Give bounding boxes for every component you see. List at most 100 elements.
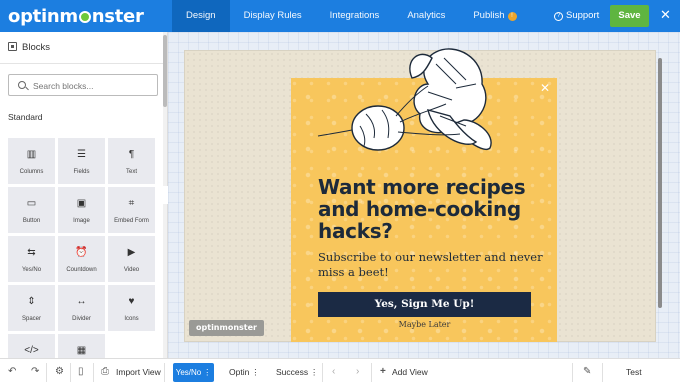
- block-columns[interactable]: ▥ Columns: [8, 138, 55, 184]
- paragraph-icon: ¶: [128, 149, 135, 160]
- tab-design[interactable]: Design: [172, 0, 230, 32]
- view-options-icon[interactable]: ⋮: [203, 363, 211, 382]
- view-tab-optin[interactable]: Optin ⋮: [229, 359, 259, 385]
- popup-headline[interactable]: Want more recipes and home-cooking hacks…: [318, 176, 540, 242]
- view-options-icon[interactable]: ⋮: [310, 359, 318, 385]
- block-label: Icons: [124, 316, 139, 322]
- block-text[interactable]: ¶ Text: [108, 138, 155, 184]
- block-image[interactable]: ▣ Image: [58, 187, 105, 233]
- view-tab-label: Optin: [229, 367, 250, 377]
- tab-publish[interactable]: Publish!: [459, 0, 530, 32]
- chevron-left-icon[interactable]: ‹: [332, 366, 335, 378]
- block-label: Image: [73, 218, 90, 224]
- table-icon: ▦: [76, 345, 87, 356]
- powered-by-badge[interactable]: optinmonster: [189, 320, 264, 336]
- toolbar-divider: [371, 363, 372, 382]
- alarm-clock-icon: ⏰: [75, 247, 88, 258]
- search-box: [8, 74, 158, 96]
- plus-icon: +: [380, 366, 386, 377]
- sidebar-divider: [0, 63, 167, 64]
- button-icon: ▭: [26, 198, 37, 209]
- sign-up-button[interactable]: Yes, Sign Me Up!: [318, 292, 531, 317]
- chevron-right-icon[interactable]: ›: [356, 366, 359, 378]
- pencil-icon[interactable]: ✎: [583, 366, 591, 378]
- settings-gear-icon[interactable]: ⚙: [55, 366, 64, 378]
- view-options-icon[interactable]: ⋮: [251, 359, 259, 385]
- view-tab-label: Success: [276, 367, 309, 377]
- beet-illustration: [317, 48, 492, 151]
- block-video[interactable]: ▶ Video: [108, 236, 155, 282]
- block-label: Countdown: [66, 267, 97, 273]
- view-tab-label: Yes/No: [175, 368, 202, 377]
- block-embed-form[interactable]: ⌗ Embed Form: [108, 187, 155, 233]
- add-view-button[interactable]: Add View: [392, 359, 428, 385]
- tab-display-rules[interactable]: Display Rules: [230, 0, 316, 32]
- popup-subtext[interactable]: Subscribe to our newsletter and never mi…: [318, 250, 544, 280]
- blocks-grid: ▥ Columns ☰ Fields ¶ Text ▭ Button ▣ Image ⌗ E…: [8, 138, 160, 358]
- tab-analytics[interactable]: Analytics: [393, 0, 459, 32]
- toolbar-divider: [93, 363, 94, 382]
- block-html[interactable]: </>: [8, 334, 55, 358]
- toolbar-divider: [164, 363, 165, 382]
- view-tab-yes-no[interactable]: Yes/No ⋮: [173, 363, 214, 382]
- support-label: Support: [566, 10, 600, 21]
- help-icon: ?: [554, 12, 563, 21]
- block-label: Spacer: [21, 316, 41, 322]
- popup-close-icon[interactable]: ✕: [540, 82, 550, 94]
- import-icon: ⎙: [101, 366, 109, 377]
- bottom-toolbar: ↶ ↷ ⚙ ▯ ⎙ Import View Yes/No ⋮ Optin ⋮ Suc…: [0, 358, 680, 385]
- block-label: Button: [22, 218, 41, 224]
- divider-icon: ↔: [76, 296, 87, 307]
- search-icon: [18, 81, 26, 89]
- top-bar: optinm nster Design Display Rules Integra…: [0, 0, 680, 32]
- block-label: Embed Form: [114, 218, 149, 224]
- undo-icon[interactable]: ↶: [8, 366, 16, 378]
- block-spacer[interactable]: ⇕ Spacer: [8, 285, 55, 331]
- redo-icon[interactable]: ↷: [31, 366, 39, 378]
- toolbar-divider: [572, 363, 573, 382]
- block-label: Divider: [72, 316, 91, 322]
- video-icon: ▶: [127, 247, 136, 258]
- block-yes-no[interactable]: ⇆ Yes/No: [8, 236, 55, 282]
- block-label: Video: [123, 267, 140, 273]
- import-view-button[interactable]: Import View: [116, 359, 161, 385]
- toolbar-divider: [70, 363, 71, 382]
- monster-eye-icon: [78, 11, 91, 23]
- code-icon: </>: [24, 345, 39, 356]
- columns-icon: ▥: [26, 149, 37, 160]
- embed-form-icon: ⌗: [128, 198, 135, 209]
- mobile-preview-icon[interactable]: ▯: [78, 366, 84, 378]
- toolbar-divider: [322, 363, 323, 382]
- sidebar-scrollbar-thumb[interactable]: [163, 35, 167, 107]
- preview-scrollbar[interactable]: [658, 58, 662, 308]
- support-link[interactable]: ? Support: [554, 0, 599, 32]
- block-label: Fields: [73, 169, 90, 175]
- maybe-later-link[interactable]: Maybe Later: [318, 320, 531, 329]
- spacer-icon: ⇕: [27, 296, 36, 307]
- block-label: Yes/No: [21, 267, 42, 273]
- sidebar-title: Blocks: [22, 42, 50, 53]
- block-label: Text: [125, 169, 137, 175]
- block-divider[interactable]: ↔ Divider: [58, 285, 105, 331]
- blocks-sidebar: Blocks Standard ▥ Columns ☰ Fields ¶ Text ▭…: [0, 32, 168, 358]
- search-input[interactable]: [33, 78, 153, 93]
- block-fields[interactable]: ☰ Fields: [58, 138, 105, 184]
- tab-publish-label: Publish: [473, 10, 505, 21]
- publish-alert-badge: !: [507, 12, 517, 21]
- image-icon: ▣: [76, 198, 87, 209]
- block-icons[interactable]: ♥ Icons: [108, 285, 155, 331]
- heart-icon: ♥: [128, 296, 135, 307]
- test-button[interactable]: Test: [626, 359, 642, 385]
- block-button[interactable]: ▭ Button: [8, 187, 55, 233]
- fields-icon: ☰: [77, 149, 86, 160]
- block-countdown[interactable]: ⏰ Countdown: [58, 236, 105, 282]
- toolbar-divider: [602, 363, 603, 382]
- close-icon[interactable]: ✕: [660, 8, 671, 22]
- view-tab-success[interactable]: Success ⋮: [276, 359, 318, 385]
- block-table[interactable]: ▦: [58, 334, 105, 358]
- tab-integrations[interactable]: Integrations: [316, 0, 394, 32]
- section-label-standard: Standard: [8, 112, 43, 122]
- save-button[interactable]: Save: [610, 5, 649, 27]
- optinmonster-logo[interactable]: optinm nster: [8, 6, 144, 27]
- block-label: Columns: [19, 169, 44, 175]
